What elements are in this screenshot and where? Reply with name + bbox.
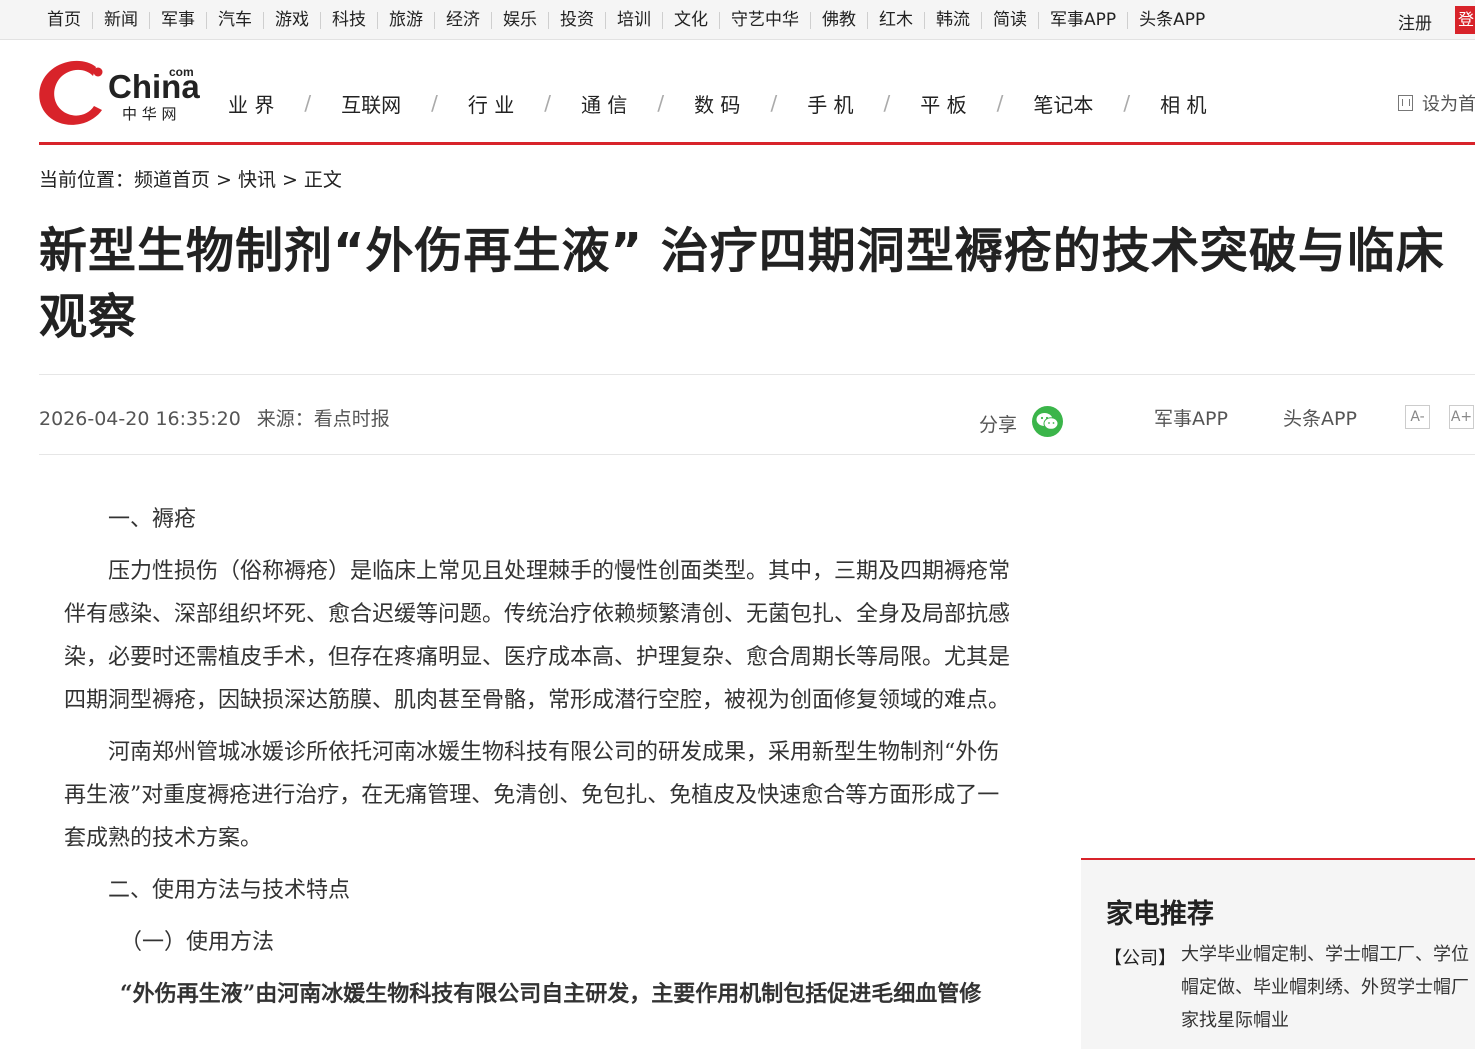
sidebar-ad-link[interactable]: 大学毕业帽定制、学士帽工厂、学位帽定做、毕业帽刺绣、外贸学士帽厂家找星际帽业 — [1181, 938, 1471, 1037]
top-nav-military-app[interactable]: 军事APP — [1039, 11, 1129, 29]
main-nav-internet[interactable]: 互联网 — [341, 89, 401, 118]
main-nav-sector[interactable]: 行 业 — [468, 89, 514, 118]
breadcrumb-separator: > — [281, 169, 298, 191]
main-nav-laptop[interactable]: 笔记本 — [1033, 89, 1093, 118]
nav-separator: / — [1123, 91, 1131, 115]
top-nav-auto[interactable]: 汽车 — [207, 11, 264, 29]
nav-separator: / — [304, 91, 312, 115]
sidebar-tag: 【公司】 — [1104, 948, 1176, 969]
nav-separator: / — [431, 91, 438, 115]
main-nav-digital[interactable]: 数 码 — [694, 89, 740, 118]
header-divider — [39, 142, 1475, 145]
main-nav-tablet[interactable]: 平 板 — [920, 89, 966, 118]
top-nav-buddhism[interactable]: 佛教 — [811, 11, 868, 29]
main-nav-mobile[interactable]: 手 机 — [807, 89, 853, 118]
top-nav-training[interactable]: 培训 — [606, 11, 663, 29]
nav-separator: / — [770, 91, 778, 115]
set-homepage-label: 设为首页 — [1422, 94, 1475, 115]
breadcrumb: 当前位置：频道首页 > 快讯 > 正文 — [39, 165, 342, 192]
article-paragraph: 河南郑州管城冰媛诊所依托河南冰媛生物科技有限公司的研发成果，采用新型生物制剂“外… — [64, 740, 1000, 851]
top-nav-entertainment[interactable]: 娱乐 — [492, 11, 549, 29]
china-com-logo[interactable]: China com 中 华 网 — [38, 58, 208, 130]
military-app-link[interactable]: 军事APP — [1154, 404, 1228, 431]
section-heading: 一、褥疮 — [108, 507, 197, 532]
meta-divider — [39, 454, 1475, 455]
top-nav-travel[interactable]: 旅游 — [378, 11, 435, 29]
nav-separator: / — [657, 91, 665, 115]
nav-separator: / — [883, 91, 891, 115]
article-meta: 2026-04-20 16:35:20 来源：看点时报 — [39, 404, 390, 431]
top-nav-culture[interactable]: 文化 — [663, 11, 720, 29]
main-nav: 业 界 / 互联网 / 行 业 / 通 信 / 数 码 / 手 机 / 平 板 / 笔记本 / … — [228, 88, 1207, 118]
breadcrumb-flash[interactable]: 快讯 — [238, 169, 276, 191]
nav-separator: / — [996, 91, 1004, 115]
top-nav-economy[interactable]: 经济 — [435, 11, 492, 29]
article-title: 新型生物制剂“外伤再生液” 治疗四期洞型褥疮的技术突破与临床观察 — [39, 223, 1445, 345]
breadcrumb-current: 正文 — [303, 169, 342, 191]
top-nav-games[interactable]: 游戏 — [264, 11, 321, 29]
login-button[interactable]: 登 — [1455, 6, 1475, 34]
breadcrumb-separator: > — [216, 169, 232, 191]
top-nav-invest[interactable]: 投资 — [549, 11, 606, 29]
sidebar-recommend-box: 家电推荐 【公司】 大学毕业帽定制、学士帽工厂、学位帽定做、毕业帽刺绣、外贸学士… — [1081, 858, 1475, 1049]
publish-datetime: 2026-04-20 16:35:20 — [39, 408, 241, 430]
section-heading: 二、使用方法与技术特点 — [108, 878, 351, 903]
subsection-heading: （一）使用方法 — [120, 930, 275, 955]
wechat-glyph — [1036, 413, 1059, 430]
logo-com: com — [169, 65, 194, 79]
top-nav-brief[interactable]: 简读 — [982, 11, 1039, 29]
sidebar-title: 家电推荐 — [1106, 899, 1214, 930]
title-divider — [39, 374, 1475, 375]
wechat-share-icon[interactable] — [1032, 406, 1063, 437]
set-homepage-link[interactable]: 设为首页 — [1398, 90, 1475, 116]
article-paragraph-bold: “外伤再生液”由河南冰媛生物科技有限公司自主研发，主要作用机制包括促进毛细血管修 — [120, 981, 982, 1007]
logo-mark: China com 中 华 网 — [39, 60, 200, 125]
main-nav-telecom[interactable]: 通 信 — [581, 89, 627, 118]
nav-separator: / — [544, 91, 551, 115]
main-nav-camera[interactable]: 相 机 — [1160, 89, 1206, 118]
breadcrumb-prefix: 当前位置： — [39, 169, 135, 191]
top-nav: 首页 新闻 军事 汽车 游戏 科技 旅游 经济 娱乐 投资 培训 文化 守艺中华… — [36, 0, 1216, 40]
register-link[interactable]: 注册 — [1398, 9, 1432, 34]
article-source: 来源：看点时报 — [256, 408, 390, 430]
main-nav-industry[interactable]: 业 界 — [228, 89, 274, 118]
font-decrease-button[interactable]: A- — [1405, 405, 1430, 429]
top-nav-news[interactable]: 新闻 — [93, 11, 150, 29]
article-paragraph: 压力性损伤（俗称褥疮）是临床上常见且处理棘手的慢性创面类型。其中，三期及四期褥疮… — [64, 559, 1011, 713]
top-nav-headline-app[interactable]: 头条APP — [1128, 11, 1216, 29]
font-increase-button[interactable]: A+ — [1449, 405, 1474, 429]
top-nav-home[interactable]: 首页 — [36, 11, 93, 29]
top-nav-redwood[interactable]: 红木 — [868, 11, 925, 29]
share-label: 分享 — [979, 414, 1018, 436]
homepage-icon — [1398, 95, 1413, 111]
breadcrumb-channel-home[interactable]: 频道首页 — [134, 169, 210, 191]
top-nav-korean[interactable]: 韩流 — [925, 11, 982, 29]
top-nav-military[interactable]: 军事 — [150, 11, 207, 29]
top-nav-tech[interactable]: 科技 — [321, 11, 378, 29]
article-body: 一、褥疮 压力性损伤（俗称褥疮）是临床上常见且处理棘手的慢性创面类型。其中，三期… — [64, 498, 1010, 1025]
logo-cn: 中 华 网 — [122, 105, 177, 123]
headline-app-link[interactable]: 头条APP — [1283, 404, 1357, 431]
top-bar: 首页 新闻 军事 汽车 游戏 科技 旅游 经济 娱乐 投资 培训 文化 守艺中华… — [0, 0, 1475, 40]
top-nav-craft[interactable]: 守艺中华 — [720, 11, 811, 29]
